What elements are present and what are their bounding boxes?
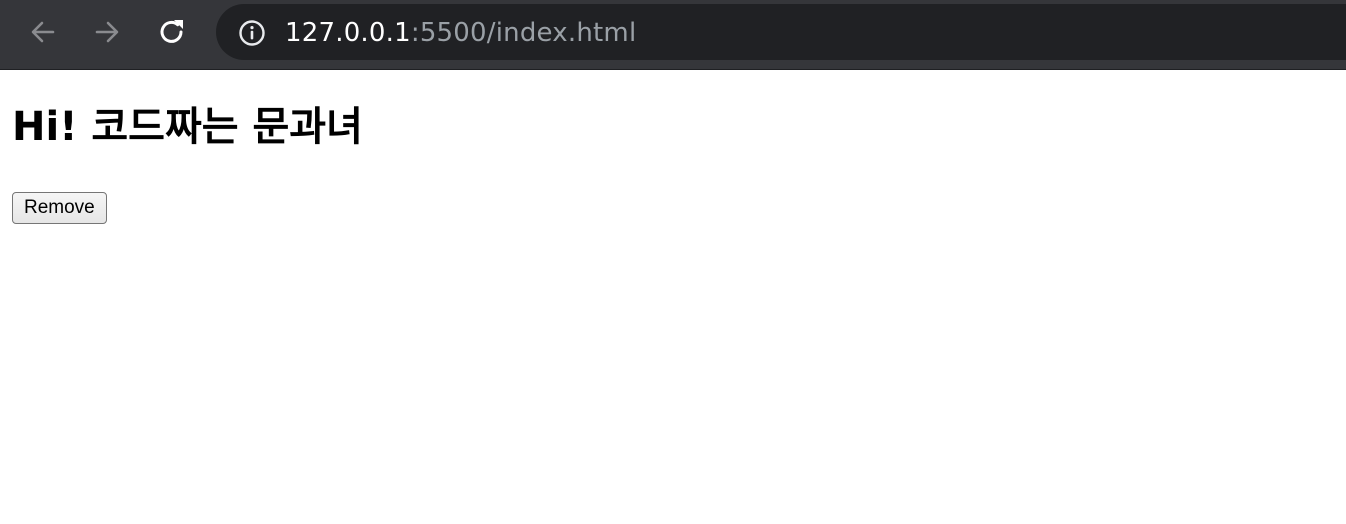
url-path: :5500/index.html bbox=[410, 18, 637, 48]
back-button[interactable] bbox=[27, 16, 59, 48]
page-heading: Hi! 코드짜는 문과녀 bbox=[12, 104, 363, 150]
browser-toolbar: 127.0.0.1:5500/index.html bbox=[0, 0, 1346, 70]
arrow-left-icon bbox=[31, 21, 55, 43]
page-content: Hi! 코드짜는 문과녀 Remove bbox=[0, 70, 1346, 524]
remove-button[interactable]: Remove bbox=[12, 192, 107, 224]
info-circle-icon[interactable] bbox=[238, 19, 266, 47]
reload-icon bbox=[160, 20, 183, 43]
reload-button[interactable] bbox=[156, 16, 188, 48]
url-host: 127.0.0.1 bbox=[285, 18, 411, 48]
arrow-right-icon bbox=[95, 21, 119, 43]
address-bar[interactable]: 127.0.0.1:5500/index.html bbox=[216, 4, 1346, 60]
url-text[interactable]: 127.0.0.1:5500/index.html bbox=[285, 18, 636, 48]
forward-button[interactable] bbox=[91, 16, 123, 48]
